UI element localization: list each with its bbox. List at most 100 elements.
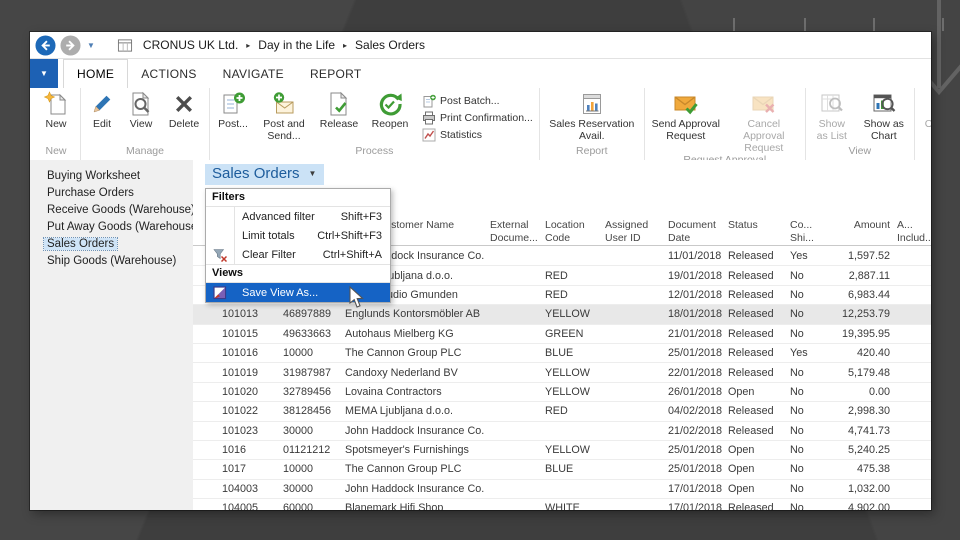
- send-approval-request-button[interactable]: Send Approval Request: [647, 91, 725, 142]
- table-row[interactable]: 101013 46897889 Englunds Kontorsmöbler AB Y…: [193, 305, 931, 325]
- cell-amount: 4,741.73: [847, 424, 890, 437]
- page-title-dropdown[interactable]: Sales Orders ▼: [205, 164, 325, 185]
- cell-completely-shipped: No: [790, 288, 804, 301]
- sidebar-item-purchase-orders[interactable]: Purchase Orders: [30, 185, 193, 202]
- edit-button[interactable]: Edit: [83, 91, 121, 130]
- column-header-line: Docume...: [490, 232, 538, 244]
- table-row[interactable]: 101023 30000 John Haddock Insurance Co. 21/…: [193, 422, 931, 441]
- cell-amount: 6,983.44: [847, 288, 890, 301]
- tab-actions[interactable]: ACTIONS: [128, 59, 209, 88]
- mouse-cursor: [349, 286, 364, 308]
- button-label: Send Approval Request: [651, 118, 720, 142]
- application-window: ▼ CRONUS UK Ltd. ▸ Day in the Life ▸ Sales O…: [30, 32, 931, 510]
- column-header-location-code[interactable]: Location Code: [545, 215, 605, 245]
- cell-document-date: 25/01/2018: [668, 347, 723, 360]
- column-header-completely-shipped[interactable]: Co... Shi...: [790, 215, 842, 245]
- menu-item-clear-filter[interactable]: Clear Filter Ctrl+Shift+A: [206, 245, 390, 264]
- print-confirmation-button[interactable]: Print Confirmation...: [422, 109, 533, 126]
- cell-sell-to-customer-no: 01121212: [283, 444, 331, 457]
- cell-amount: 5,179.48: [847, 366, 890, 379]
- cell-amount: 12,253.79: [842, 308, 891, 321]
- tab-report[interactable]: REPORT: [297, 59, 375, 88]
- column-header-status[interactable]: Status: [728, 215, 790, 245]
- table-row[interactable]: 101015 49633663 Autohaus Mielberg KG GREEN 2…: [193, 325, 931, 344]
- breadcrumb-item[interactable]: Sales Orders: [355, 38, 425, 52]
- post-batch-button[interactable]: Post Batch...: [422, 92, 533, 109]
- column-header-line: Includ...: [897, 232, 931, 244]
- post-and-send-button[interactable]: Post and Send...: [254, 91, 314, 142]
- statistics-button[interactable]: Statistics: [422, 126, 533, 143]
- cell-completely-shipped: No: [790, 366, 804, 379]
- breadcrumb-item[interactable]: CRONUS UK Ltd.: [143, 38, 238, 52]
- back-button[interactable]: [35, 34, 56, 56]
- post-button[interactable]: Post...: [212, 91, 254, 130]
- table-row[interactable]: 101019 31987987 Candoxy Nederland BV YELLOW…: [193, 363, 931, 383]
- sidebar-item-receive-goods-warehouse[interactable]: Receive Goods (Warehouse): [30, 202, 195, 219]
- table-row[interactable]: 101022 38128456 MEMA Ljubljana d.o.o. RED 04…: [193, 402, 931, 422]
- sidebar-item-put-away-goods-warehouse[interactable]: Put Away Goods (Warehouse): [30, 219, 201, 236]
- reopen-icon: [377, 91, 403, 117]
- column-header-amount-including[interactable]: A... Includ...: [890, 215, 931, 245]
- history-chevron-down-icon[interactable]: ▼: [87, 41, 95, 50]
- tab-home[interactable]: HOME: [63, 59, 129, 88]
- view-button[interactable]: View: [121, 91, 161, 130]
- cell-completely-shipped: Yes: [790, 250, 808, 263]
- button-label: Delete: [168, 118, 200, 130]
- breadcrumb-separator-icon: ▸: [246, 40, 251, 50]
- cell-customer-name: MEMA Ljubljana d.o.o.: [345, 405, 454, 418]
- new-button[interactable]: New: [34, 91, 78, 130]
- cell-customer-name: Blanemark Hifi Shop: [345, 502, 444, 510]
- cell-document-date: 11/01/2018: [668, 250, 722, 263]
- cell-no: 104005: [222, 502, 259, 510]
- cancel-approval-request-button[interactable]: Cancel Approval Request: [725, 91, 803, 154]
- new-document-icon: [43, 91, 69, 117]
- application-menu-button[interactable]: ▼: [30, 59, 58, 88]
- column-header-assigned-user-id[interactable]: Assigned User ID: [605, 215, 668, 245]
- cell-customer-name: Candoxy Nederland BV: [345, 366, 458, 379]
- cell-no: 101022: [222, 405, 259, 418]
- cell-document-date: 21/01/2018: [668, 327, 723, 340]
- sidebar-item-buying-worksheet[interactable]: Buying Worksheet: [30, 168, 193, 185]
- cell-status: Released: [728, 366, 774, 379]
- table-row[interactable]: 101016 10000 The Cannon Group PLC BLUE 25/01…: [193, 344, 931, 364]
- ribbon-group-label: New: [45, 145, 67, 157]
- table-row[interactable]: 104005 60000 Blanemark Hifi Shop WHITE 17/01…: [193, 499, 931, 510]
- column-header-document-date[interactable]: Document Date: [668, 215, 728, 245]
- table-row[interactable]: 101020 32789456 Lovaina Contractors YELLOW 2…: [193, 383, 931, 403]
- sales-reservation-avail-button[interactable]: Sales Reservation Avail.: [542, 91, 642, 142]
- button-label: Print Confirmation...: [440, 111, 533, 124]
- release-button[interactable]: Release: [314, 91, 364, 130]
- show-as-chart-icon: [871, 91, 897, 117]
- column-header-line: Status: [728, 219, 758, 231]
- table-row[interactable]: 1016 01121212 Spotsmeyer's Furnishings YELL…: [193, 441, 931, 461]
- column-header-amount[interactable]: Amount: [842, 215, 890, 245]
- cell-status: Released: [728, 502, 774, 510]
- breadcrumb: CRONUS UK Ltd. ▸ Day in the Life ▸ Sales Ord…: [143, 38, 425, 52]
- breadcrumb-item[interactable]: Day in the Life: [258, 38, 335, 52]
- cell-customer-name: The Cannon Group PLC: [345, 463, 462, 476]
- cell-status: Released: [728, 347, 774, 360]
- cell-status: Released: [728, 405, 774, 418]
- cell-document-date: 17/01/2018: [668, 482, 723, 495]
- forward-button[interactable]: [60, 34, 81, 56]
- menu-item-advanced-filter[interactable]: Advanced filter Shift+F3: [206, 207, 390, 226]
- cell-document-date: 25/01/2018: [668, 463, 723, 476]
- cell-amount: 5,240.25: [847, 444, 890, 457]
- button-label: Release: [319, 118, 359, 130]
- show-as-chart-button[interactable]: Show as Chart: [856, 91, 912, 142]
- table-row[interactable]: 1017 10000 The Cannon Group PLC BLUE 25/01/2…: [193, 460, 931, 480]
- column-header-external-document-no[interactable]: External Docume...: [490, 215, 545, 245]
- ribbon-group-view: Show as List Show as Chart View: [806, 88, 915, 160]
- tab-navigate[interactable]: NAVIGATE: [210, 59, 297, 88]
- delete-button[interactable]: Delete: [161, 91, 207, 130]
- sidebar-item-ship-goods-warehouse[interactable]: Ship Goods (Warehouse): [30, 253, 193, 270]
- sidebar-item-sales-orders[interactable]: Sales Orders: [30, 236, 193, 253]
- cell-document-date: 19/01/2018: [668, 269, 723, 282]
- cancel-approval-icon: [751, 91, 777, 117]
- table-row[interactable]: 104003 30000 John Haddock Insurance Co. 17/…: [193, 480, 931, 500]
- show-as-list-button[interactable]: Show as List: [808, 91, 856, 142]
- onenote-button[interactable]: NOneNote: [917, 91, 931, 130]
- menu-item-limit-totals[interactable]: Limit totals Ctrl+Shift+F3: [206, 226, 390, 245]
- reopen-button[interactable]: Reopen: [364, 91, 416, 130]
- cell-location-code: RED: [545, 405, 568, 418]
